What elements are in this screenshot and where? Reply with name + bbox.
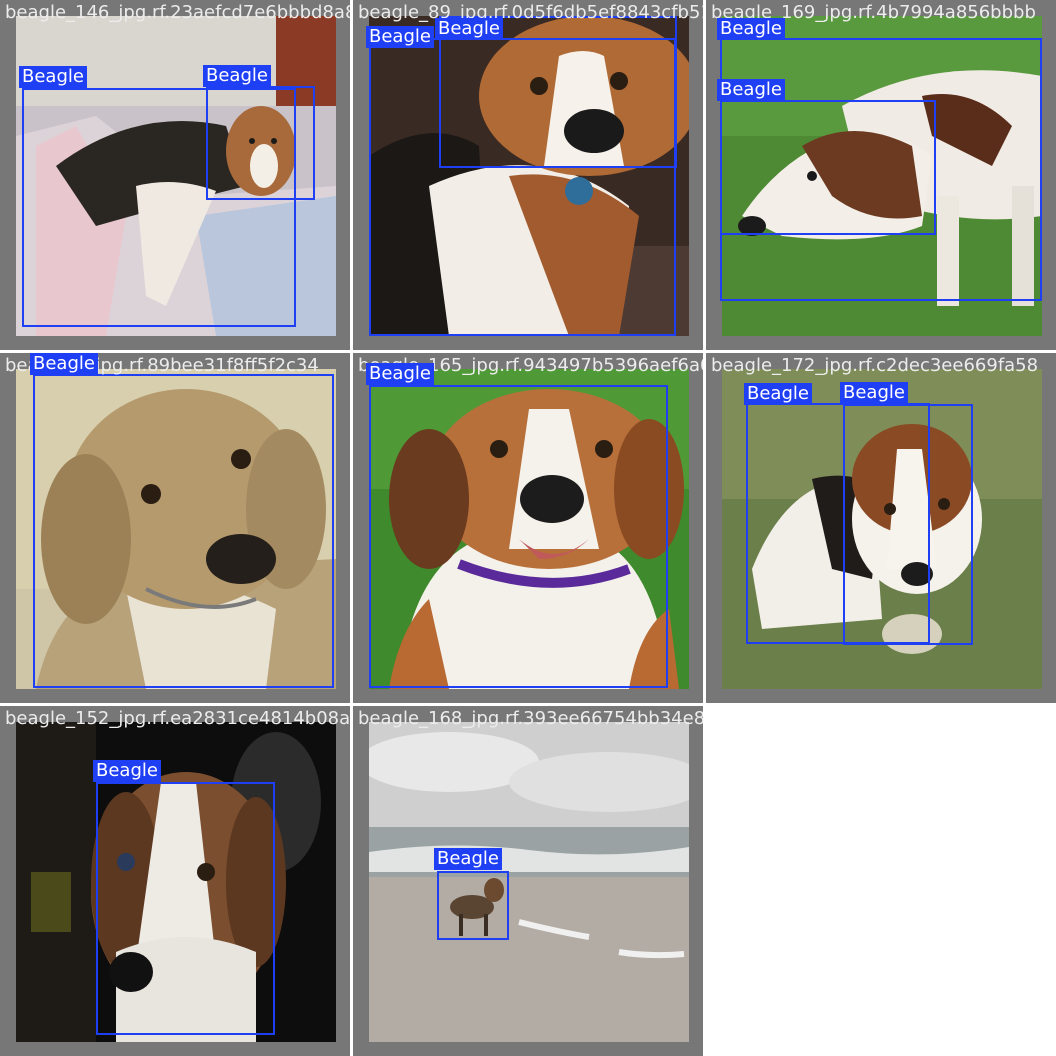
bounding-box [369,385,668,688]
image-tile: beagle_146_jpg.rf.23aefcd7e6bbbd8a8e8c4e… [0,0,350,350]
bounding-box [843,404,973,645]
bounding-box [720,100,936,235]
class-label: Beagle [30,353,98,375]
image-filename: beagle_168_jpg.rf.393ee66754bb34e83fd284 [358,708,703,729]
class-label: Beagle [434,848,502,870]
image-tile: beagle_169_jpg.rf.4b7994a856bbbb Beagle … [706,0,1056,350]
image-tile: beagle_152_jpg.rf.ea2831ce4814b08af1e9 B… [0,706,350,1056]
class-label: Beagle [717,18,785,40]
image-tile: beagle_89_jpg.rf.0d5f6db5ef8843cfb5137f … [353,0,703,350]
image-filename: beagle_172_jpg.rf.c2dec3ee669fa58 [711,355,1039,376]
class-label: Beagle [203,65,271,87]
class-label: Beagle [717,79,785,101]
class-label: Beagle [19,66,87,88]
class-label: Beagle [840,382,908,404]
bounding-box [33,374,334,688]
image-tile: beagle_165_jpg.rf.943497b5396aef6a03d73 … [353,353,703,703]
bounding-box [206,86,315,200]
bounding-box [96,782,275,1035]
image-filename: beagle_152_jpg.rf.ea2831ce4814b08af1e9 [5,708,350,729]
image-filename: beagle_146_jpg.rf.23aefcd7e6bbbd8a8e8c4e [5,2,350,23]
image-tile: beagle_172_jpg.rf.c2dec3ee669fa58 Beagle… [706,353,1056,703]
bounding-box [437,871,509,940]
dog-photo [369,722,689,1042]
image-filename: beagle_89_jpg.rf.0d5f6db5ef8843cfb5137f [358,2,703,23]
class-label: Beagle [366,363,434,385]
image-tile: beagle_168_jpg.rf.393ee66754bb34e83fd284… [353,706,703,1056]
class-label: Beagle [366,26,434,48]
class-label: Beagle [744,383,812,405]
class-label: Beagle [435,18,503,40]
class-label: Beagle [93,760,161,782]
image-tile: beagle_7_jpg.rf.89bee31f8ff5f2c34 Beagle [0,353,350,703]
